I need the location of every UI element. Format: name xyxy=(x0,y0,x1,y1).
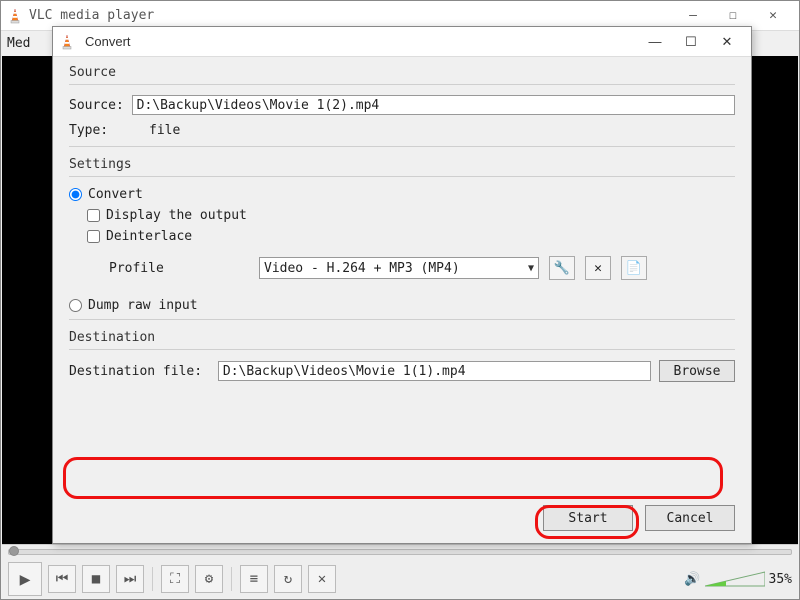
shuffle-button[interactable]: ✕ xyxy=(308,565,336,593)
divider xyxy=(69,146,735,147)
stop-button[interactable]: ■ xyxy=(82,565,110,593)
deinterlace-checkbox[interactable] xyxy=(87,230,100,243)
profile-edit-button[interactable]: 🔧 xyxy=(549,256,575,280)
group-source-label: Source xyxy=(69,65,735,80)
ext-settings-button[interactable]: ⚙ xyxy=(195,565,223,593)
convert-dialog: Convert — ☐ ✕ Source Source: Type: file … xyxy=(52,26,752,544)
destination-file-label: Destination file: xyxy=(69,364,210,379)
convert-radio-label: Convert xyxy=(88,187,143,202)
next-button[interactable]: ⏭ xyxy=(116,565,144,593)
play-button[interactable]: ▶ xyxy=(8,562,42,596)
profile-selected-value: Video - H.264 + MP3 (MP4) xyxy=(264,261,460,276)
start-button[interactable]: Start xyxy=(543,505,633,531)
deinterlace-label: Deinterlace xyxy=(106,229,192,244)
cancel-button[interactable]: Cancel xyxy=(645,505,735,531)
divider xyxy=(69,84,735,85)
wrench-icon: 🔧 xyxy=(554,261,570,276)
group-settings-label: Settings xyxy=(69,157,735,172)
dump-raw-label: Dump raw input xyxy=(88,298,198,313)
display-output-checkbox[interactable] xyxy=(87,209,100,222)
loop-button[interactable]: ↻ xyxy=(274,565,302,593)
volume-percent: 35% xyxy=(769,572,792,587)
display-output-label: Display the output xyxy=(106,208,247,223)
main-close-button[interactable]: ✕ xyxy=(753,2,793,30)
profile-new-button[interactable]: 📄 xyxy=(621,256,647,280)
dialog-maximize-button[interactable]: ☐ xyxy=(673,27,709,57)
dialog-close-button[interactable]: ✕ xyxy=(709,27,745,57)
volume-slider[interactable] xyxy=(705,570,765,588)
dialog-minimize-button[interactable]: — xyxy=(637,27,673,57)
dialog-titlebar[interactable]: Convert — ☐ ✕ xyxy=(53,27,751,57)
destination-file-input[interactable] xyxy=(218,361,651,381)
new-profile-icon: 📄 xyxy=(626,261,642,276)
type-value: file xyxy=(149,123,180,138)
dialog-title: Convert xyxy=(85,34,637,49)
group-destination-label: Destination xyxy=(69,330,735,345)
seek-bar[interactable] xyxy=(8,549,792,555)
delete-icon: ✕ xyxy=(594,261,602,276)
type-field-label: Type: xyxy=(69,123,129,138)
profile-delete-button[interactable]: ✕ xyxy=(585,256,611,280)
divider xyxy=(69,176,735,177)
vlc-logo-icon xyxy=(59,34,75,50)
profile-label: Profile xyxy=(109,261,249,276)
chevron-down-icon: ▼ xyxy=(528,263,534,274)
fullscreen-button[interactable]: ⛶ xyxy=(161,565,189,593)
source-input[interactable] xyxy=(132,95,735,115)
playlist-button[interactable]: ≡ xyxy=(240,565,268,593)
speaker-icon[interactable]: 🔊 xyxy=(684,572,700,587)
browse-button[interactable]: Browse xyxy=(659,360,735,382)
main-window-title: VLC media player xyxy=(29,8,673,23)
divider xyxy=(69,349,735,350)
dump-raw-radio[interactable] xyxy=(69,299,82,312)
convert-radio[interactable] xyxy=(69,188,82,201)
prev-button[interactable]: ⏮ xyxy=(48,565,76,593)
vlc-logo-icon xyxy=(7,8,23,24)
divider xyxy=(69,319,735,320)
playback-controls: ▶ ⏮ ■ ⏭ ⛶ ⚙ ≡ ↻ ✕ 🔊 35% xyxy=(2,544,798,598)
profile-select[interactable]: Video - H.264 + MP3 (MP4) ▼ xyxy=(259,257,539,279)
menu-item-media[interactable]: Med xyxy=(7,36,30,51)
source-field-label: Source: xyxy=(69,98,132,113)
